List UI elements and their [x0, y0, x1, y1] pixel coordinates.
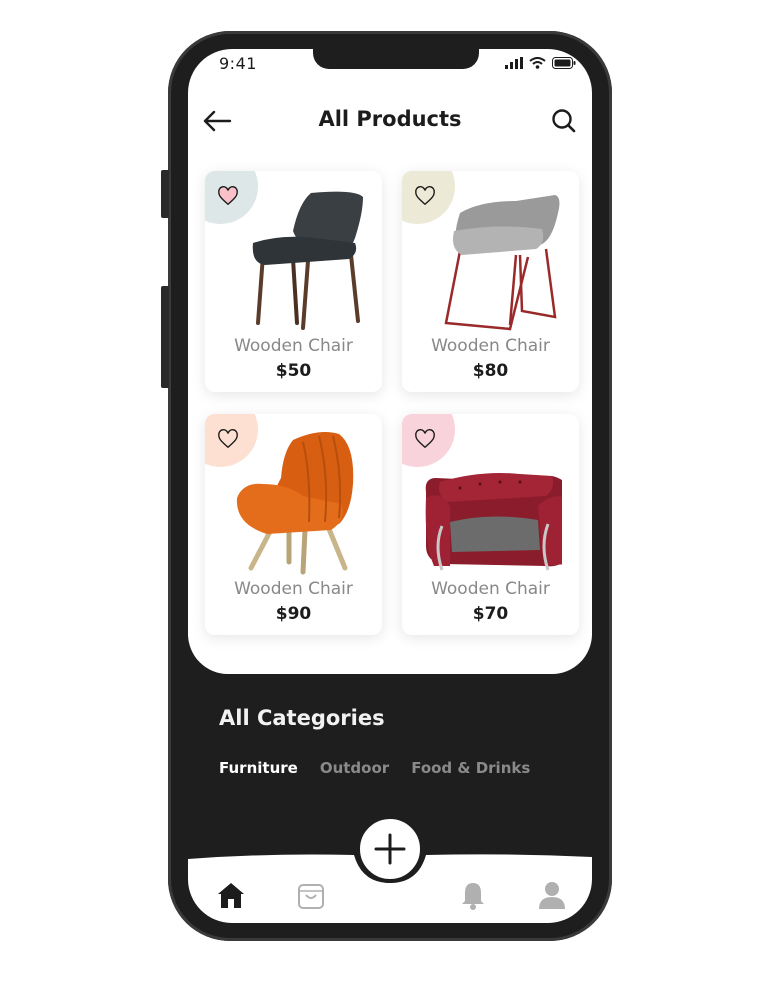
product-name: Wooden Chair — [234, 579, 353, 599]
search-icon[interactable] — [550, 107, 578, 135]
plus-icon — [374, 833, 406, 865]
product-image — [444, 195, 560, 331]
notch — [313, 49, 479, 69]
product-price: $80 — [472, 361, 509, 381]
product-name: Wooden Chair — [431, 579, 550, 599]
status-icons — [505, 57, 576, 69]
signal-icon — [505, 57, 523, 69]
product-price: $70 — [472, 604, 509, 624]
categories-title: All Categories — [219, 706, 385, 730]
product-image — [236, 432, 354, 575]
product-card[interactable]: Wooden Chair $80 — [402, 171, 579, 392]
product-price: $50 — [275, 361, 312, 381]
products-section: 9:41 All Products Wooden Chair $50 Woode… — [188, 49, 592, 674]
product-name: Wooden Chair — [234, 336, 353, 356]
category-tabs: Furniture Outdoor Food & Drinks — [219, 759, 530, 777]
category-tab-food-drinks[interactable]: Food & Drinks — [411, 759, 530, 777]
add-button[interactable] — [356, 815, 424, 883]
product-card[interactable]: Wooden Chair $90 — [205, 414, 382, 635]
product-name: Wooden Chair — [431, 336, 550, 356]
category-tab-outdoor[interactable]: Outdoor — [320, 759, 389, 777]
product-image — [425, 473, 562, 571]
user-icon[interactable] — [536, 879, 568, 911]
product-card[interactable]: Wooden Chair $70 — [402, 414, 579, 635]
bag-icon[interactable] — [295, 879, 327, 911]
home-icon[interactable] — [215, 879, 247, 911]
product-card[interactable]: Wooden Chair $50 — [205, 171, 382, 392]
battery-icon — [552, 57, 576, 69]
product-price: $90 — [275, 604, 312, 624]
product-image — [252, 191, 363, 330]
wifi-icon — [529, 57, 546, 69]
app-screen: 9:41 All Products Wooden Chair $50 Woode… — [188, 49, 592, 923]
category-tab-furniture[interactable]: Furniture — [219, 759, 298, 777]
bell-icon[interactable] — [457, 879, 489, 911]
volume-up-button — [161, 170, 169, 218]
page-title: All Products — [318, 107, 462, 131]
volume-down-button — [161, 286, 169, 388]
status-time: 9:41 — [219, 54, 257, 73]
